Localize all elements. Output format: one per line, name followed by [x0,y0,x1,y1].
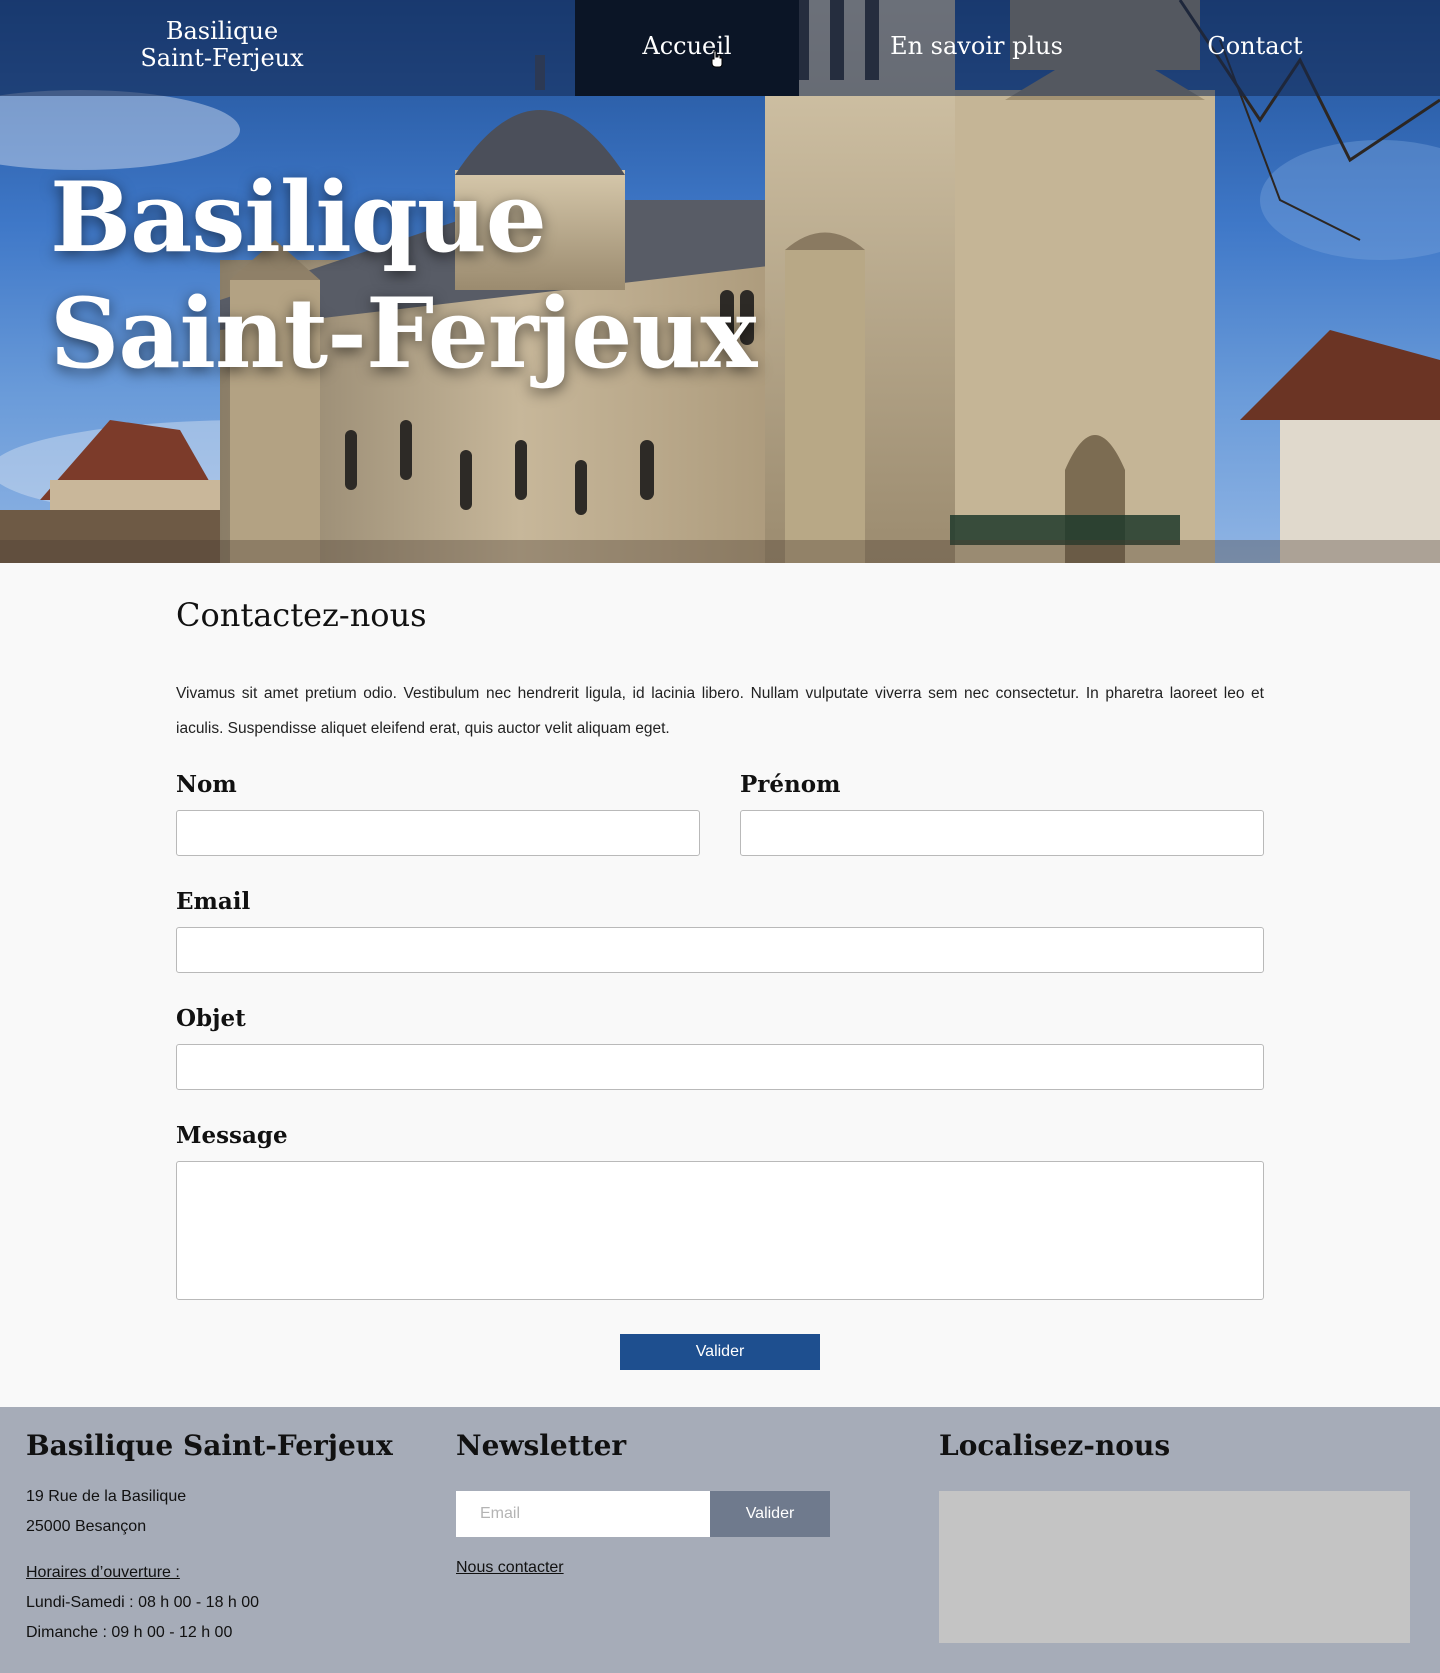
nav-item-en-savoir-plus[interactable]: En savoir plus [861,0,1092,96]
address-line2: 25000 Besançon [26,1518,147,1535]
site-footer: Basilique Saint-Ferjeux 19 Rue de la Bas… [0,1407,1440,1673]
hand-cursor-icon [711,50,723,68]
email-label: Email [176,888,251,915]
contact-intro: Vivamus sit amet pretium odio. Vestibulu… [176,685,1264,737]
contact-link[interactable]: Nous contacter [456,1559,564,1577]
prenom-field[interactable] [740,810,1264,856]
map-placeholder[interactable] [939,1491,1410,1643]
brand-line1: Basilique [165,17,279,45]
email-field[interactable] [176,927,1264,973]
nom-field[interactable] [176,810,700,856]
hours-week: Lundi-Samedi : 08 h 00 - 18 h 00 [26,1594,260,1611]
submit-button[interactable]: Valider [620,1334,820,1370]
hours-title: Horaires d’ouverture : [26,1564,180,1581]
newsletter-email-input[interactable] [456,1491,710,1537]
contact-heading: Contactez-nous [176,596,427,634]
hero-title: Basilique Saint-Ferjeux [50,160,757,392]
objet-field[interactable] [176,1044,1264,1090]
hero-banner: Basilique Saint-Ferjeux Accueil En savoi… [0,0,1440,563]
nav-item-contact[interactable]: Contact [1150,0,1360,96]
nom-label: Nom [176,771,237,798]
hours-sunday: Dimanche : 09 h 00 - 12 h 00 [26,1624,233,1641]
top-navigation: Basilique Saint-Ferjeux Accueil En savoi… [0,0,1440,96]
footer-about-heading: Basilique Saint-Ferjeux [26,1429,393,1462]
prenom-label: Prénom [740,771,841,798]
hero-title-line1: Basilique [50,161,547,274]
nav-item-accueil[interactable]: Accueil [575,0,799,96]
hero-title-line2: Saint-Ferjeux [50,277,757,390]
brand-line2: Saint-Ferjeux [140,44,304,72]
newsletter-heading: Newsletter [456,1429,627,1462]
brand-logo[interactable]: Basilique Saint-Ferjeux [102,18,342,72]
newsletter-submit-button[interactable]: Valider [710,1491,830,1537]
locate-heading: Localisez-nous [939,1429,1171,1462]
address-line1: 19 Rue de la Basilique [26,1488,187,1505]
message-textarea[interactable] [176,1161,1264,1300]
objet-label: Objet [176,1005,246,1032]
message-label: Message [176,1122,288,1149]
